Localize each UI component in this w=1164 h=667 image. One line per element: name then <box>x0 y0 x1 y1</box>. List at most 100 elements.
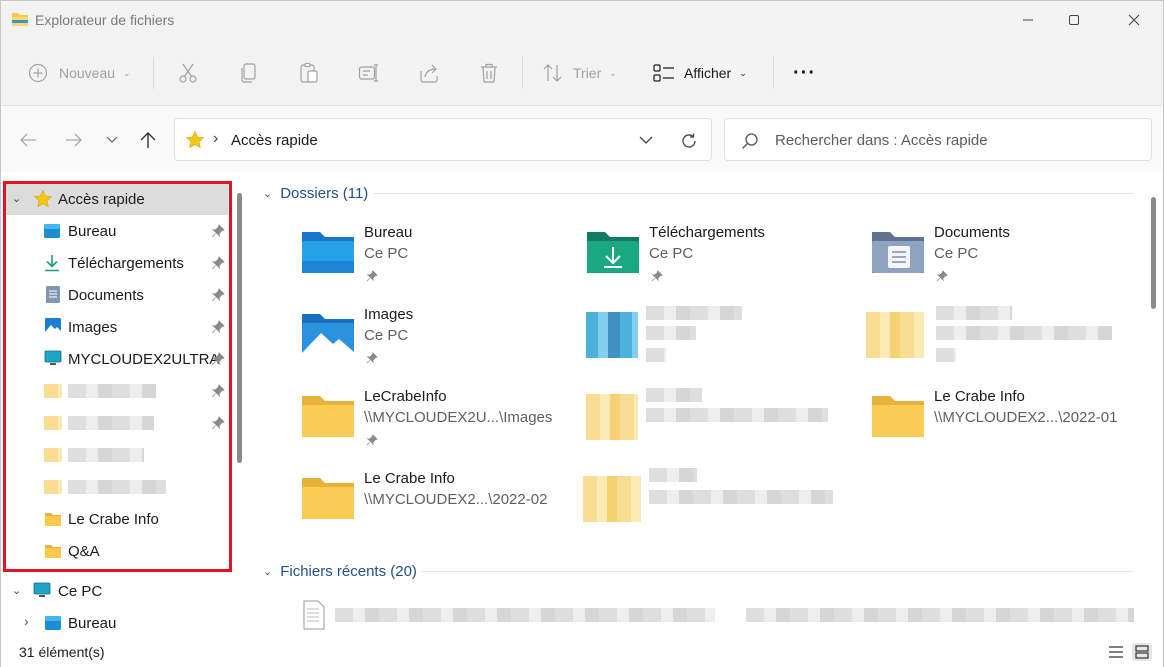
sort-button[interactable]: Trier ⌄ <box>542 59 617 87</box>
sidebar-item-this-pc-desktop[interactable]: › Bureau <box>4 607 228 637</box>
cut-button[interactable] <box>178 59 198 87</box>
sidebar-item-label: Bureau <box>68 614 117 632</box>
folder-location: \\MYCLOUDEX2...\2022-01 <box>934 409 1118 426</box>
redacted-label <box>68 448 144 462</box>
folder-tile-redacted[interactable] <box>583 464 853 530</box>
close-button[interactable] <box>1111 1 1157 39</box>
forward-button[interactable] <box>62 128 86 152</box>
monitor-icon <box>33 582 51 597</box>
sidebar-item-this-pc[interactable]: ⌄ Ce PC <box>4 575 228 607</box>
folder-icon <box>302 478 354 519</box>
folder-tile-documents[interactable]: Documents Ce PC <box>871 224 1141 290</box>
sidebar-item-redacted[interactable] <box>4 471 228 503</box>
title-bar[interactable]: Explorateur de fichiers <box>1 1 1163 39</box>
content-scrollbar[interactable] <box>1148 177 1158 637</box>
sidebar-item-quick-access[interactable]: ⌄ Accès rapide <box>4 183 228 215</box>
redacted-label <box>646 348 666 362</box>
chevron-down-icon: ⌄ <box>263 565 273 578</box>
recent-locations-button[interactable] <box>100 128 124 152</box>
folder-tile-lecrabeinfo[interactable]: LeCrabeInfo \\MYCLOUDEX2U...\Images <box>301 388 571 454</box>
redacted-label <box>68 480 166 494</box>
sidebar-item-label: Q&A <box>68 542 100 560</box>
pin-icon[interactable] <box>211 288 225 302</box>
recent-files-section-header[interactable]: ⌄ Fichiers récents (20) <box>263 560 417 582</box>
folders-header-label: Dossiers (11) <box>280 184 369 202</box>
folder-tile-images[interactable]: Images Ce PC <box>301 306 571 372</box>
folder-location: Ce PC <box>364 327 409 344</box>
redacted-icon <box>866 312 924 358</box>
redacted-label <box>646 306 742 320</box>
sidebar-item-images[interactable]: Images <box>4 311 228 343</box>
pin-icon[interactable] <box>211 256 225 270</box>
chevron-down-icon: ⌄ <box>609 67 617 78</box>
sidebar-item-desktop[interactable]: Bureau <box>4 215 228 247</box>
sidebar-item-le-crabe-info[interactable]: Le Crabe Info <box>4 503 228 535</box>
minimize-button[interactable] <box>1005 1 1051 39</box>
folder-location: Ce PC <box>649 245 694 262</box>
folder-icon <box>302 396 354 437</box>
chevron-down-icon: ⌄ <box>263 187 273 200</box>
folders-section-header[interactable]: ⌄ Dossiers (11) <box>263 182 368 204</box>
sidebar-item-label: Accès rapide <box>58 190 145 208</box>
search-icon <box>742 133 758 149</box>
folder-tile-downloads[interactable]: Téléchargements Ce PC <box>586 224 856 290</box>
refresh-icon[interactable] <box>680 132 698 150</box>
pin-icon[interactable] <box>211 224 225 238</box>
share-button[interactable] <box>418 59 440 87</box>
details-view-button[interactable] <box>1106 643 1126 661</box>
address-bar[interactable]: › Accès rapide <box>174 118 712 161</box>
search-box[interactable] <box>724 118 1152 161</box>
redacted-icon <box>44 384 62 398</box>
delete-button[interactable] <box>479 59 499 87</box>
chevron-down-icon[interactable]: ⌄ <box>12 584 21 597</box>
sidebar-item-redacted[interactable] <box>4 407 228 439</box>
toolbar-divider <box>522 57 523 89</box>
breadcrumb-location[interactable]: Accès rapide <box>231 132 318 149</box>
up-button[interactable] <box>136 128 160 152</box>
folder-tile-redacted[interactable] <box>586 302 856 368</box>
sidebar-item-downloads[interactable]: Téléchargements <box>4 247 228 279</box>
documents-folder-icon <box>872 232 924 273</box>
more-options-button[interactable]: ··· <box>793 59 816 87</box>
tiles-view-button[interactable] <box>1132 643 1152 661</box>
sidebar-item-mycloud[interactable]: MYCLOUDEX2ULTRA <box>4 343 228 375</box>
search-input[interactable] <box>775 130 1135 150</box>
file-explorer-window: Explorateur de fichiers Nouveau ⌄ Trier … <box>0 0 1164 667</box>
folder-tile-redacted[interactable] <box>586 384 856 450</box>
rename-button[interactable] <box>358 59 380 87</box>
sidebar-item-redacted[interactable] <box>4 375 228 407</box>
folder-tile-redacted[interactable] <box>866 302 1136 368</box>
view-label: Afficher <box>684 65 732 81</box>
chevron-down-icon: ⌄ <box>123 67 131 78</box>
folder-app-icon <box>12 13 28 26</box>
rename-icon <box>358 64 378 82</box>
chevron-down-icon[interactable] <box>639 136 653 145</box>
pin-icon[interactable] <box>211 352 225 366</box>
maximize-button[interactable] <box>1051 1 1097 39</box>
folder-tile-desktop[interactable]: Bureau Ce PC <box>301 224 571 290</box>
recent-file-row[interactable] <box>301 600 1141 632</box>
new-button[interactable]: Nouveau ⌄ <box>28 59 131 87</box>
chevron-down-icon <box>106 136 118 143</box>
sidebar-item-redacted[interactable] <box>4 439 228 471</box>
copy-button[interactable] <box>239 59 259 87</box>
back-button[interactable] <box>16 128 40 152</box>
view-button[interactable]: Afficher ⌄ <box>653 59 747 87</box>
minimize-icon <box>1023 19 1033 21</box>
pin-icon[interactable] <box>211 384 225 398</box>
folder-icon <box>45 545 61 558</box>
sidebar-scrollbar[interactable] <box>237 193 242 463</box>
pin-icon[interactable] <box>211 320 225 334</box>
folder-tile-le-crabe-info-2022-01[interactable]: Le Crabe Info \\MYCLOUDEX2...\2022-01 <box>871 388 1141 454</box>
chevron-right-icon[interactable]: › <box>24 613 29 629</box>
sidebar-item-qa[interactable]: Q&A <box>4 535 228 567</box>
chevron-down-icon[interactable]: ⌄ <box>12 192 21 205</box>
redacted-label <box>68 416 154 430</box>
sidebar-item-documents[interactable]: Documents <box>4 279 228 311</box>
navigation-bar: › Accès rapide <box>1 106 1163 172</box>
folder-tile-le-crabe-info-2022-02[interactable]: Le Crabe Info \\MYCLOUDEX2...\2022-02 <box>301 470 571 536</box>
scrollbar-thumb[interactable] <box>1151 197 1156 309</box>
redacted-icon <box>586 312 638 358</box>
paste-button[interactable] <box>298 59 320 87</box>
pin-icon[interactable] <box>211 416 225 430</box>
